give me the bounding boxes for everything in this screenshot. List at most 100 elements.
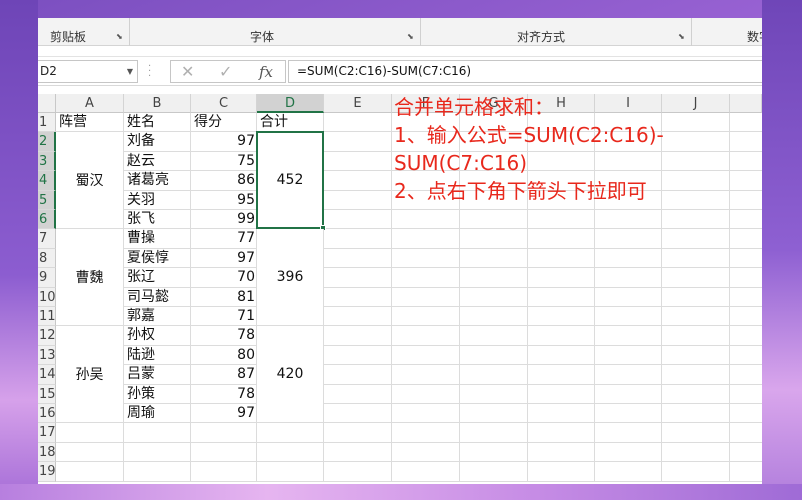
row-header-11[interactable]: 11 — [38, 307, 56, 327]
row-header-12[interactable]: 12 — [38, 326, 56, 346]
score-cell[interactable]: 71 — [191, 307, 257, 326]
enter-check-icon[interactable]: ✓ — [219, 62, 232, 81]
name-box-value: D2 — [40, 64, 57, 78]
dialog-launcher-icon[interactable]: ⬊ — [407, 32, 416, 41]
row-header-16[interactable]: 16 — [38, 404, 56, 424]
name-cell[interactable]: 张辽 — [124, 268, 191, 287]
background-left — [0, 0, 38, 500]
chevron-down-icon[interactable]: ▼ — [127, 61, 133, 82]
annotation-line: 1、输入公式=SUM(C2:C16)- — [394, 123, 664, 147]
score-cell[interactable]: 77 — [191, 229, 257, 248]
score-cell[interactable]: 80 — [191, 346, 257, 365]
selected-cell[interactable]: 452 — [256, 131, 326, 232]
total-value: 452 — [276, 172, 304, 189]
row-header-1[interactable]: 1 — [38, 113, 56, 133]
name-cell[interactable]: 张飞 — [124, 210, 191, 229]
gridline — [56, 480, 762, 482]
column-header-d[interactable]: D — [257, 94, 324, 113]
ribbon-group-font: 字体 ⬊ — [130, 18, 420, 46]
annotation-line: 合并单元格求和： — [394, 95, 554, 119]
annotation-line: 2、点右下角下箭头下拉即可 — [394, 179, 647, 203]
grip-icon: · · · — [148, 61, 152, 82]
row-header-8[interactable]: 8 — [38, 248, 56, 269]
name-cell[interactable]: 赵云 — [124, 152, 191, 171]
header-cell-camp[interactable]: 阵营 — [56, 113, 124, 132]
formula-input[interactable]: =SUM(C2:C16)-SUM(C7:C16) — [288, 60, 762, 83]
name-cell[interactable]: 吕蒙 — [124, 365, 191, 384]
merged-total-cell[interactable]: 420 — [257, 326, 324, 424]
header-cell-total[interactable]: 合计 — [257, 113, 324, 132]
annotation-text: 合并单元格求和： 1、输入公式=SUM(C2:C16)- SUM(C7:C16)… — [394, 93, 724, 205]
formula-bar: D2 ▼ · · · ✕ ✓ fx =SUM(C2:C16)-SUM(C7:C16) — [38, 56, 762, 86]
row-header-9[interactable]: 9 — [38, 268, 56, 288]
ribbon: 剪贴板 ⬊ 字体 ⬊ 对齐方式 ⬊ 数字 — [38, 18, 762, 46]
formula-buttons: ✕ ✓ fx — [170, 60, 286, 83]
ribbon-group-label: 对齐方式 — [517, 30, 566, 44]
ribbon-group-clipboard: 剪贴板 ⬊ — [38, 18, 129, 46]
row-header-19[interactable]: 19 — [38, 462, 56, 482]
score-cell[interactable]: 86 — [191, 171, 257, 190]
gridline — [729, 113, 730, 482]
row-header-4[interactable]: 4 — [38, 171, 56, 191]
insert-function-icon[interactable]: fx — [259, 63, 273, 81]
row-header-15[interactable]: 15 — [38, 384, 56, 404]
name-cell[interactable]: 曹操 — [124, 229, 191, 248]
score-cell[interactable]: 97 — [191, 132, 257, 151]
name-cell[interactable]: 孙策 — [124, 385, 191, 404]
name-cell[interactable]: 诸葛亮 — [124, 171, 191, 190]
score-cell[interactable]: 75 — [191, 152, 257, 171]
header-cell-name[interactable]: 姓名 — [124, 113, 191, 132]
score-cell[interactable]: 97 — [191, 404, 257, 423]
merged-camp-cell[interactable]: 曹魏 — [56, 229, 124, 327]
excel-window: 剪贴板 ⬊ 字体 ⬊ 对齐方式 ⬊ 数字 D2 ▼ ··· ✕ ✓ fx =SU… — [38, 18, 762, 484]
column-header-a[interactable]: A — [56, 94, 124, 113]
score-cell[interactable]: 87 — [191, 365, 257, 384]
score-cell[interactable]: 99 — [191, 210, 257, 229]
name-cell[interactable]: 司马懿 — [124, 288, 191, 307]
header-cell-score[interactable]: 得分 — [191, 113, 257, 132]
name-cell[interactable]: 周瑜 — [124, 404, 191, 423]
background-right — [762, 0, 802, 500]
cancel-icon[interactable]: ✕ — [181, 62, 194, 81]
row-header-7[interactable]: 7 — [38, 229, 56, 249]
score-cell[interactable]: 78 — [191, 326, 257, 345]
row-header-10[interactable]: 10 — [38, 287, 56, 307]
row-header-6[interactable]: 6 — [38, 210, 56, 230]
name-cell[interactable]: 刘备 — [124, 132, 191, 151]
gridline — [56, 441, 762, 443]
column-header-extra — [730, 94, 762, 113]
score-cell[interactable]: 78 — [191, 385, 257, 404]
score-cell[interactable]: 70 — [191, 268, 257, 287]
select-all-corner[interactable] — [38, 94, 56, 113]
dialog-launcher-icon[interactable]: ⬊ — [116, 32, 125, 41]
merged-total-cell[interactable]: 396 — [257, 229, 324, 327]
row-header-5[interactable]: 5 — [38, 190, 56, 210]
gridline — [56, 461, 762, 463]
name-box[interactable]: D2 ▼ — [38, 60, 138, 83]
score-cell[interactable]: 81 — [191, 288, 257, 307]
score-cell[interactable]: 95 — [191, 191, 257, 210]
row-header-17[interactable]: 17 — [38, 423, 56, 443]
name-cell[interactable]: 郭嘉 — [124, 307, 191, 326]
merged-camp-cell[interactable]: 蜀汉 — [56, 132, 124, 230]
dialog-launcher-icon[interactable]: ⬊ — [678, 32, 687, 41]
score-cell[interactable]: 97 — [191, 249, 257, 268]
name-cell[interactable]: 孙权 — [124, 326, 191, 345]
ribbon-group-number: 数字 — [692, 18, 762, 46]
column-header-b[interactable]: B — [124, 94, 191, 113]
row-header-13[interactable]: 13 — [38, 345, 56, 366]
ribbon-group-label: 字体 — [250, 30, 275, 44]
name-cell[interactable]: 陆逊 — [124, 346, 191, 365]
row-header-2[interactable]: 2 — [38, 132, 56, 152]
column-header-c[interactable]: C — [191, 94, 257, 113]
column-header-e[interactable]: E — [324, 94, 392, 113]
name-cell[interactable]: 夏侯惇 — [124, 249, 191, 268]
row-header-14[interactable]: 14 — [38, 365, 56, 385]
row-header-3[interactable]: 3 — [38, 151, 56, 172]
row-header-18[interactable]: 18 — [38, 442, 56, 463]
name-cell[interactable]: 关羽 — [124, 191, 191, 210]
gridline — [391, 113, 392, 482]
annotation-line: SUM(C7:C16) — [394, 151, 528, 175]
merged-camp-cell[interactable]: 孙吴 — [56, 326, 124, 424]
background-bottom — [0, 484, 802, 500]
